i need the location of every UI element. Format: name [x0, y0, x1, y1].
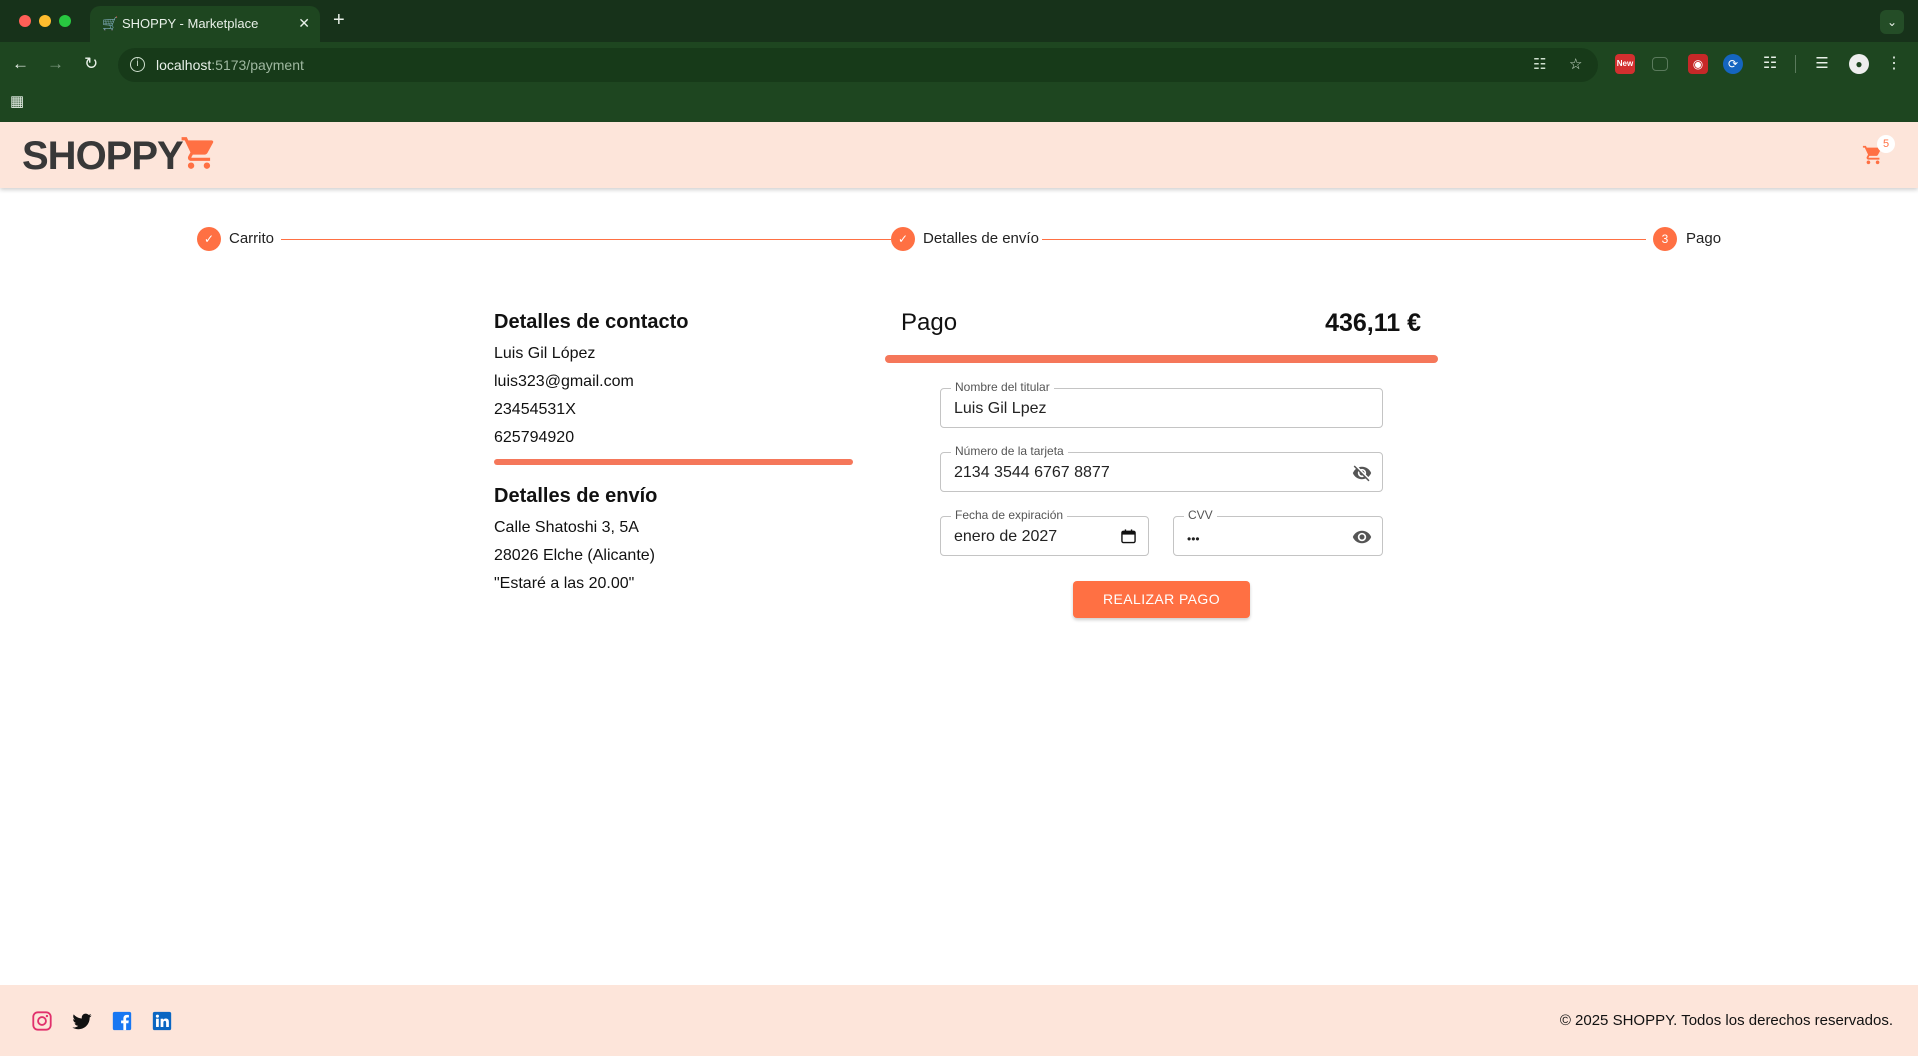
eye-off-icon[interactable] [1351, 463, 1373, 483]
browser-chrome: 🛒 SHOPPY - Marketplace ✕ + ⌄ ← → ↻ i loc… [0, 0, 1918, 122]
eye-icon[interactable] [1351, 527, 1373, 547]
toolbar-divider [1795, 55, 1796, 73]
payment-divider [885, 355, 1438, 363]
step-label-carrito: Carrito [229, 230, 275, 247]
step-label-envio: Detalles de envío [923, 230, 1039, 247]
calendar-icon[interactable] [1121, 528, 1136, 544]
translate-icon[interactable]: ☷ [1533, 56, 1546, 74]
forward-arrow-icon[interactable]: → [47, 54, 64, 74]
url-path: :5173/payment [211, 57, 304, 73]
shipping-address: Calle Shatoshi 3, 5A [494, 519, 639, 536]
media-control-icon[interactable]: ☰ [1812, 54, 1832, 74]
bookmark-star-icon[interactable]: ☆ [1569, 56, 1582, 74]
contact-email: luis323@gmail.com [494, 373, 634, 390]
copyright-text: © 2025 SHOPPY. Todos los derechos reserv… [1559, 1012, 1893, 1029]
apps-grid-icon[interactable]: ▦ [10, 94, 24, 110]
maximize-window-button[interactable] [59, 15, 71, 27]
extensions-puzzle-icon[interactable]: ☷ [1760, 54, 1780, 74]
tab-title: SHOPPY - Marketplace [122, 16, 259, 31]
check-icon: ✓ [891, 227, 915, 251]
section-divider [494, 459, 853, 465]
twitter-icon[interactable] [71, 1010, 93, 1032]
browser-menu-icon[interactable]: ⋮ [1884, 54, 1904, 74]
card-number-field[interactable]: Número de la tarjeta 2134 3544 6767 8877 [940, 444, 1383, 492]
cardholder-name-value[interactable]: Luis Gil Lpez [954, 399, 1047, 419]
instagram-icon[interactable] [31, 1010, 53, 1032]
footer: © 2025 SHOPPY. Todos los derechos reserv… [0, 985, 1918, 1056]
cart-count-badge: 5 [1877, 135, 1895, 153]
contact-id: 23454531X [494, 401, 576, 418]
shipping-note: "Estaré a las 20.00" [494, 575, 635, 592]
shipping-city: 28026 Elche (Alicante) [494, 547, 655, 564]
contact-phone: 625794920 [494, 429, 575, 446]
expiry-date-field[interactable]: Fecha de expiración enero de 2027 [940, 508, 1149, 556]
check-icon: ✓ [197, 227, 221, 251]
logo-cart-icon [181, 137, 214, 169]
contact-name: Luis Gil López [494, 345, 596, 362]
cart-icon: 🛒 [102, 16, 119, 31]
contact-title: Detalles de contacto [494, 311, 689, 333]
linkedin-icon[interactable] [151, 1010, 173, 1032]
new-tab-button[interactable]: + [333, 10, 345, 30]
close-window-button[interactable] [19, 15, 31, 27]
card-number-label: Número de la tarjeta [951, 444, 1068, 458]
payment-amount: 436,11 € [1325, 309, 1421, 337]
cardholder-name-label: Nombre del titular [951, 380, 1054, 394]
url-host: localhost [156, 57, 212, 73]
facebook-icon[interactable] [111, 1010, 133, 1032]
step-number-badge: 3 [1653, 227, 1677, 251]
cvv-field[interactable]: CVV ••• [1173, 508, 1383, 556]
tab-bar: 🛒 SHOPPY - Marketplace ✕ + ⌄ [0, 0, 1918, 42]
expiry-date-value[interactable]: enero de 2027 [954, 527, 1057, 547]
extension-blue-icon[interactable]: ⟳ [1723, 54, 1743, 74]
url-text[interactable]: localhost:5173/payment [156, 57, 304, 73]
address-bar[interactable]: i localhost:5173/payment ☷ ☆ [118, 48, 1598, 82]
step-connector [1042, 239, 1646, 240]
close-tab-icon[interactable]: ✕ [298, 15, 310, 31]
extension-frame-icon[interactable] [1652, 57, 1668, 71]
app-header: SHOPPY 5 [0, 122, 1918, 188]
payment-title: Pago [901, 309, 958, 336]
logo-text[interactable]: SHOPPY [22, 134, 184, 178]
back-arrow-icon[interactable]: ← [12, 54, 29, 74]
cvv-value[interactable]: ••• [1187, 529, 1200, 549]
step-connector [281, 239, 891, 240]
tab-search-chevron-icon[interactable]: ⌄ [1880, 10, 1904, 34]
site-info-icon[interactable]: i [130, 57, 145, 72]
submit-payment-button[interactable]: REALIZAR PAGO [1073, 581, 1250, 618]
extension-new-icon[interactable]: New [1615, 54, 1635, 74]
profile-avatar-icon[interactable]: ● [1849, 54, 1869, 74]
expiry-date-label: Fecha de expiración [951, 508, 1068, 522]
card-number-value[interactable]: 2134 3544 6767 8877 [954, 463, 1110, 483]
extension-red-icon[interactable]: ◉ [1688, 54, 1708, 74]
cardholder-name-field[interactable]: Nombre del titular Luis Gil Lpez [940, 380, 1383, 428]
step-label-pago: Pago [1686, 230, 1722, 247]
browser-tab[interactable]: 🛒 SHOPPY - Marketplace ✕ [90, 6, 320, 42]
reload-icon[interactable]: ↻ [84, 54, 98, 74]
shipping-title: Detalles de envío [494, 485, 658, 507]
cvv-label: CVV [1184, 508, 1217, 522]
minimize-window-button[interactable] [39, 15, 51, 27]
